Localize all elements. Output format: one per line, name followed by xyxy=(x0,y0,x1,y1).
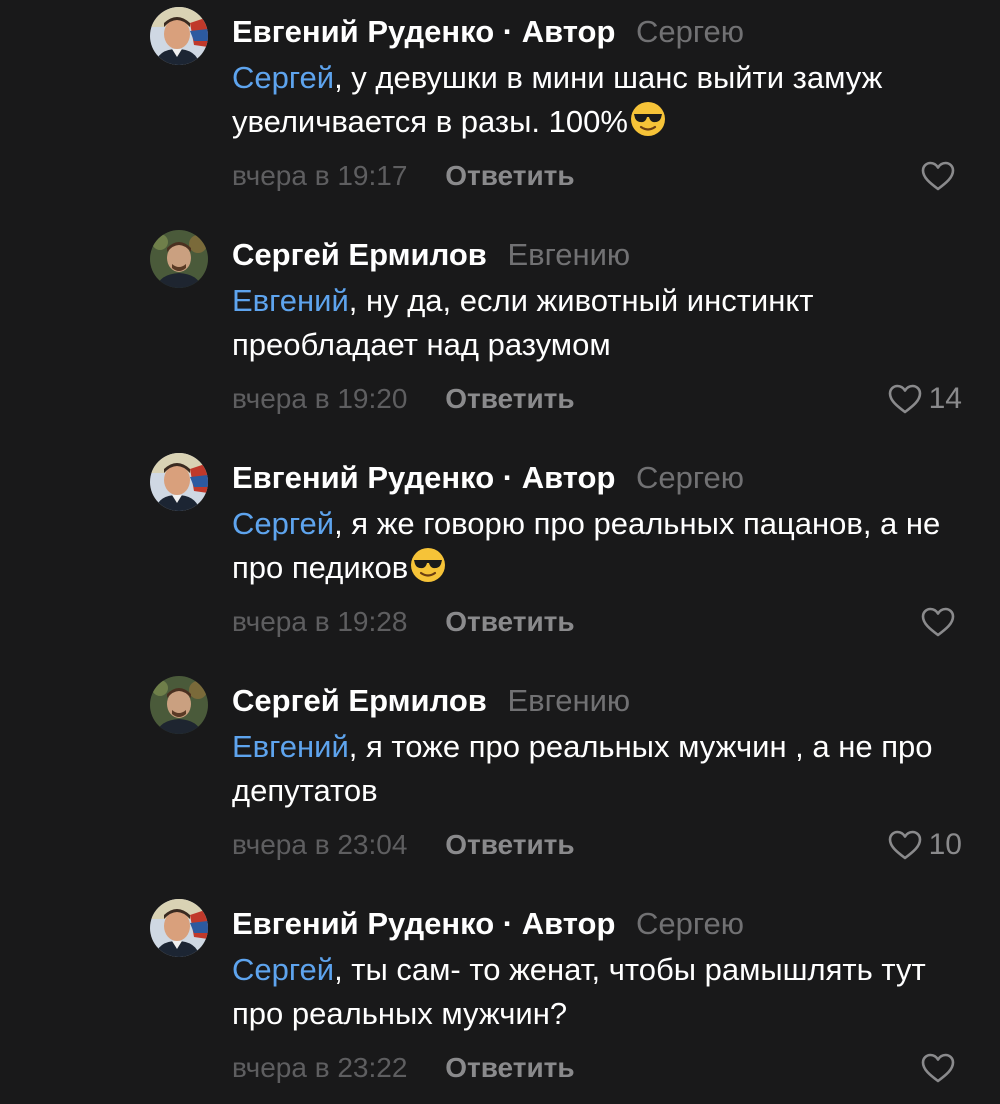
reply-target: Евгению xyxy=(507,683,631,718)
heart-icon xyxy=(887,383,923,415)
comment-meta: вчера в 19:20 Ответить xyxy=(232,379,575,419)
like-button[interactable] xyxy=(920,602,962,642)
author-badge: · Автор xyxy=(502,14,616,49)
mention-link[interactable]: Сергей xyxy=(232,952,334,987)
smiling-face-with-sunglasses-icon xyxy=(630,101,666,137)
comment-item: Сергей Ермилов Евгению Евгений, ну да, е… xyxy=(0,223,1000,433)
comment-meta: вчера в 23:22 Ответить xyxy=(232,1048,575,1088)
heart-icon xyxy=(887,829,923,861)
reply-button[interactable]: Ответить xyxy=(445,606,574,637)
avatar-evgeniy-icon[interactable] xyxy=(150,453,208,511)
comment-body: , ты сам- то женат, чтобы рамышлять тут … xyxy=(232,952,926,1031)
mention-link[interactable]: Сергей xyxy=(232,506,334,541)
comment-header: Сергей Ермилов Евгению xyxy=(232,235,630,275)
like-button[interactable] xyxy=(920,1048,962,1088)
comment-text: Сергей, ты сам- то женат, чтобы рамышлят… xyxy=(232,948,962,1036)
comment-thread: Евгений Руденко · Автор Сергею Сергей, у… xyxy=(0,0,1000,1104)
timestamp: вчера в 23:04 xyxy=(232,829,408,860)
like-button[interactable]: 10 xyxy=(887,825,962,865)
comment-text: Евгений, я тоже про реальных мужчин , а … xyxy=(232,725,962,813)
heart-icon xyxy=(920,1052,956,1084)
avatar-evgeniy-icon[interactable] xyxy=(150,899,208,957)
author-badge: · Автор xyxy=(502,460,616,495)
avatar-sergey-icon[interactable] xyxy=(150,676,208,734)
comment-header: Евгений Руденко · Автор Сергею xyxy=(232,904,744,944)
comment-item: Евгений Руденко · Автор Сергею Сергей, у… xyxy=(0,0,1000,210)
heart-icon xyxy=(920,606,956,638)
avatar-evgeniy-icon[interactable] xyxy=(150,7,208,65)
comment-item: Евгений Руденко · Автор Сергею Сергей, т… xyxy=(0,892,1000,1102)
author-name[interactable]: Сергей Ермилов xyxy=(232,237,487,272)
comment-text: Евгений, ну да, если животный инстинкт п… xyxy=(232,279,962,367)
author-name[interactable]: Евгений Руденко xyxy=(232,906,494,941)
comment-header: Сергей Ермилов Евгению xyxy=(232,681,630,721)
reply-target: Сергею xyxy=(636,14,745,49)
comment-item: Евгений Руденко · Автор Сергею Сергей, я… xyxy=(0,446,1000,656)
reply-button[interactable]: Ответить xyxy=(445,383,574,414)
author-badge: · Автор xyxy=(502,906,616,941)
reply-target: Евгению xyxy=(507,237,631,272)
comment-meta: вчера в 19:17 Ответить xyxy=(232,156,575,196)
comment-header: Евгений Руденко · Автор Сергею xyxy=(232,12,744,52)
mention-link[interactable]: Евгений xyxy=(232,729,349,764)
reply-button[interactable]: Ответить xyxy=(445,1052,574,1083)
like-count: 10 xyxy=(928,828,962,861)
timestamp: вчера в 19:20 xyxy=(232,383,408,414)
author-name[interactable]: Евгений Руденко xyxy=(232,14,494,49)
comment-meta: вчера в 19:28 Ответить xyxy=(232,602,575,642)
comment-header: Евгений Руденко · Автор Сергею xyxy=(232,458,744,498)
timestamp: вчера в 19:28 xyxy=(232,606,408,637)
smiling-face-with-sunglasses-icon xyxy=(410,547,446,583)
comment-text: Сергей, у девушки в мини шанс выйти заму… xyxy=(232,56,962,144)
reply-button[interactable]: Ответить xyxy=(445,160,574,191)
author-name[interactable]: Сергей Ермилов xyxy=(232,683,487,718)
timestamp: вчера в 19:17 xyxy=(232,160,408,191)
comment-meta: вчера в 23:04 Ответить xyxy=(232,825,575,865)
reply-button[interactable]: Ответить xyxy=(445,829,574,860)
avatar-sergey-icon[interactable] xyxy=(150,230,208,288)
like-button[interactable] xyxy=(920,156,962,196)
comment-item: Сергей Ермилов Евгению Евгений, я тоже п… xyxy=(0,669,1000,879)
like-button[interactable]: 14 xyxy=(887,379,962,419)
mention-link[interactable]: Сергей xyxy=(232,60,334,95)
comment-body: , я же говорю про реальных пацанов, а не… xyxy=(232,506,941,585)
comment-text: Сергей, я же говорю про реальных пацанов… xyxy=(232,502,962,590)
author-name[interactable]: Евгений Руденко xyxy=(232,460,494,495)
like-count: 14 xyxy=(928,382,962,415)
reply-target: Сергею xyxy=(636,460,745,495)
heart-icon xyxy=(920,160,956,192)
mention-link[interactable]: Евгений xyxy=(232,283,349,318)
timestamp: вчера в 23:22 xyxy=(232,1052,408,1083)
reply-target: Сергею xyxy=(636,906,745,941)
